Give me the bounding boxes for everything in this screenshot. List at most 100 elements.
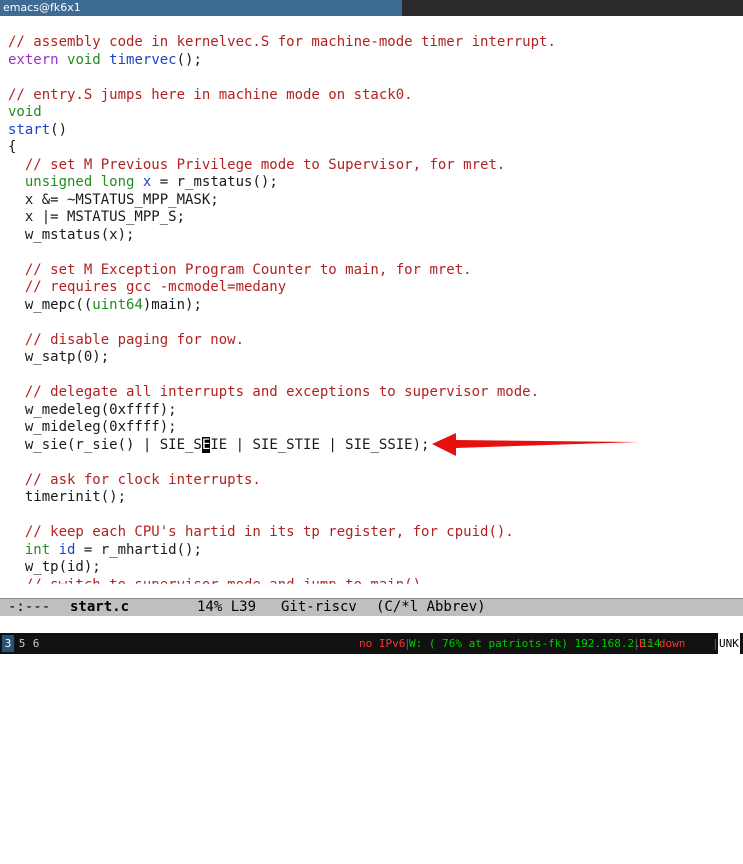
minibuffer[interactable] <box>0 616 743 633</box>
code-line[interactable]: start() <box>8 122 556 140</box>
code-line[interactable]: // ask for clock interrupts. <box>8 472 556 490</box>
code-line[interactable] <box>8 367 556 385</box>
code-line[interactable]: x &= ~MSTATUS_MPP_MASK; <box>8 192 556 210</box>
code-token: timerinit(); <box>8 489 127 505</box>
code-line[interactable]: w_satp(0); <box>8 349 556 367</box>
code-token: // disable paging for now. <box>24 331 245 348</box>
code-token: IE | SIE_STIE | SIE_SSIE); <box>210 436 430 453</box>
window-titlebar: emacs@fk6x1 <box>0 0 743 16</box>
code-line[interactable]: void <box>8 104 556 122</box>
modeline-status: -:--- <box>8 599 51 615</box>
code-token: { <box>8 139 17 155</box>
code-line[interactable] <box>8 507 556 525</box>
code-token: w_tp(id); <box>8 559 101 575</box>
code-token: // assembly code in kernelvec.S for mach… <box>8 34 556 50</box>
code-token: w_mstatus(x); <box>8 226 135 243</box>
modeline-vc[interactable]: Git-riscv <box>281 599 357 616</box>
code-token: // entry.S jumps here in machine mode on… <box>8 86 413 103</box>
code-token: timervec <box>109 51 177 68</box>
code-token: x &= ~MSTATUS_MPP_MASK; <box>8 191 219 208</box>
code-token: // set M Exception Program Counter to ma… <box>24 261 472 278</box>
code-token: (); <box>176 51 202 68</box>
modeline-modes[interactable]: (C/*l Abbrev) <box>376 599 486 616</box>
workspace-3-button[interactable]: 3 <box>2 635 14 652</box>
code-line[interactable]: unsigned long x = r_mstatus(); <box>8 174 556 192</box>
code-line[interactable]: w_sie(r_sie() | SIE_SEIE | SIE_STIE | SI… <box>8 436 556 455</box>
code-token: () <box>50 121 68 138</box>
code-line[interactable]: // requires gcc -mcmodel=medany <box>8 279 556 297</box>
code-token: // delegate all interrupts and exception… <box>24 384 540 400</box>
code-line[interactable]: // entry.S jumps here in machine mode on… <box>8 87 556 105</box>
code-line[interactable]: w_medeleg(0xffff); <box>8 402 556 420</box>
code-token: id <box>58 541 76 558</box>
code-token: w_mideleg(0xffff); <box>8 419 177 435</box>
code-token: // ask for clock interrupts. <box>24 471 261 488</box>
code-line[interactable]: x |= MSTATUS_MPP_S; <box>8 209 556 227</box>
code-token: = r_mstatus(); <box>151 174 278 190</box>
workspace-6-button[interactable]: 6 <box>30 635 42 652</box>
i3-status-bar: 3 5 6 no IPv6 | W: ( 76% at patriots-fk)… <box>0 633 743 654</box>
code-area[interactable]: // assembly code in kernelvec.S for mach… <box>8 34 556 594</box>
code-line[interactable] <box>8 69 556 87</box>
code-line[interactable]: int id = r_mhartid(); <box>8 542 556 560</box>
unknown-status-badge: UNK <box>718 633 740 654</box>
code-token: w_mepc(( <box>8 296 93 313</box>
ethernet-status: E: down <box>639 637 686 650</box>
code-token: // requires gcc -mcmodel=medany <box>24 279 287 295</box>
mode-line: -:--- start.c 14% L39 Git-riscv (C/*l Ab… <box>0 598 743 616</box>
wifi-status: W: ( 76% at patriots-fk) 192.168.2.114 <box>409 637 661 650</box>
code-token: w_sie(r_sie() | SIE_S <box>8 436 202 453</box>
code-line[interactable] <box>8 314 556 332</box>
code-token: w_satp(0); <box>8 349 110 365</box>
code-line[interactable]: extern void timervec(); <box>8 52 556 70</box>
code-token: x |= MSTATUS_MPP_S; <box>8 209 186 225</box>
code-line[interactable]: // assembly code in kernelvec.S for mach… <box>8 34 556 52</box>
code-line[interactable]: // set M Exception Program Counter to ma… <box>8 262 556 280</box>
code-token: void <box>67 51 101 68</box>
code-token: )main); <box>142 296 202 313</box>
code-token: // set M Previous Privilege mode to Supe… <box>24 156 506 173</box>
code-token: int <box>24 541 51 558</box>
code-token: extern <box>8 51 59 68</box>
code-line[interactable]: // keep each CPU's hartid in its tp regi… <box>8 524 556 542</box>
code-line[interactable] <box>8 454 556 472</box>
code-line[interactable]: w_mepc((uint64)main); <box>8 297 556 315</box>
code-line[interactable]: // set M Previous Privilege mode to Supe… <box>8 157 556 175</box>
code-line[interactable]: { <box>8 139 556 157</box>
code-line[interactable]: // disable paging for now. <box>8 332 556 350</box>
code-line[interactable]: // delegate all interrupts and exception… <box>8 384 556 402</box>
code-line[interactable]: w_mideleg(0xffff); <box>8 419 556 437</box>
code-line[interactable]: w_tp(id); <box>8 559 556 577</box>
code-line[interactable]: // switch to supervisor mode and jump to… <box>8 577 556 595</box>
ipv6-status: no IPv6 <box>359 637 406 650</box>
code-token: start <box>8 121 51 138</box>
code-line[interactable]: w_mstatus(x); <box>8 227 556 245</box>
code-line[interactable] <box>8 244 556 262</box>
code-line[interactable]: timerinit(); <box>8 489 556 507</box>
code-token: w_medeleg(0xffff); <box>8 401 177 418</box>
editor-buffer[interactable]: // assembly code in kernelvec.S for mach… <box>0 16 743 598</box>
workspace-5-button[interactable]: 5 <box>16 635 28 652</box>
code-token: // keep each CPU's hartid in its tp regi… <box>24 524 514 540</box>
window-title[interactable]: emacs@fk6x1 <box>0 0 402 16</box>
code-token: // switch to supervisor mode and jump to… <box>24 576 430 593</box>
modeline-buffer-name[interactable]: start.c <box>70 599 129 616</box>
code-token: uint64 <box>92 296 143 313</box>
modeline-position: 14% L39 <box>197 599 257 615</box>
code-token: unsigned long <box>24 174 135 190</box>
code-token: void <box>8 104 42 120</box>
